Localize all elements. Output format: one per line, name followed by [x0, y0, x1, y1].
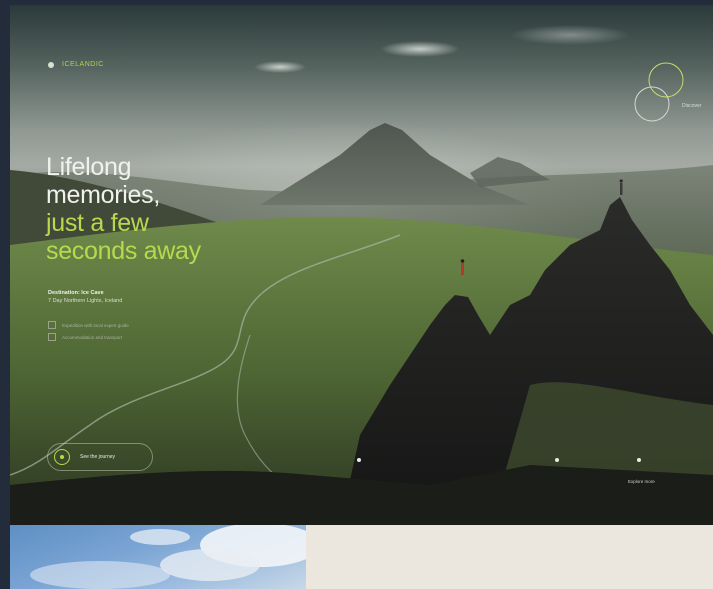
hiker-figure — [460, 259, 465, 263]
slider-dot[interactable] — [637, 458, 641, 462]
feature-check-row: Expedition with local expert guide — [48, 321, 129, 329]
hero-section: ICELANDIC Discover Lifelong memories, ju… — [10, 5, 713, 525]
play-circle-icon — [54, 449, 70, 465]
page-frame: ICELANDIC Discover Lifelong memories, ju… — [10, 5, 713, 589]
brand-logo[interactable]: ICELANDIC — [48, 61, 104, 68]
feature-label: Expedition with local expert guide — [62, 322, 129, 328]
hiker-figure — [620, 183, 623, 195]
brand-name: ICELANDIC — [62, 61, 104, 68]
feature-label: Accommodation and transport — [62, 334, 123, 340]
feature-check-row: Accommodation and transport — [48, 333, 122, 341]
slider-dot[interactable] — [357, 458, 361, 462]
checkbox-icon — [48, 321, 56, 329]
headline-line: Lifelong — [46, 153, 132, 181]
checkbox-icon — [48, 333, 56, 341]
dot-icon — [48, 61, 54, 68]
headline-line: memories, — [46, 181, 160, 209]
destination-subtitle: 7 Day Northern Lights, Iceland — [48, 298, 123, 304]
explore-more-link[interactable]: Explore more — [628, 479, 655, 484]
cloud-shape — [510, 25, 630, 45]
cloud-illustration — [30, 525, 306, 589]
hero-headline: Lifelong memories, just a few seconds aw… — [46, 153, 266, 265]
content-panel — [306, 525, 713, 589]
hiker-figure — [619, 179, 623, 183]
headline-line: just a few — [46, 209, 149, 237]
cloud-shape — [254, 61, 306, 73]
double-ring-icon[interactable] — [630, 60, 690, 132]
destination-info: Destination: Ice Cave 7 Day Northern Lig… — [48, 289, 248, 306]
hiker-figure — [461, 263, 464, 275]
cloud-shape — [380, 41, 460, 57]
headline-line: seconds away — [46, 237, 201, 265]
sky-clouds-photo — [10, 525, 306, 589]
destination-title: Destination: Ice Cave — [48, 290, 104, 296]
discover-label[interactable]: Discover — [682, 103, 701, 109]
slider-dot[interactable] — [555, 458, 559, 462]
see-journey-button[interactable]: See the journey — [47, 443, 153, 471]
cta-label: See the journey — [80, 454, 116, 460]
